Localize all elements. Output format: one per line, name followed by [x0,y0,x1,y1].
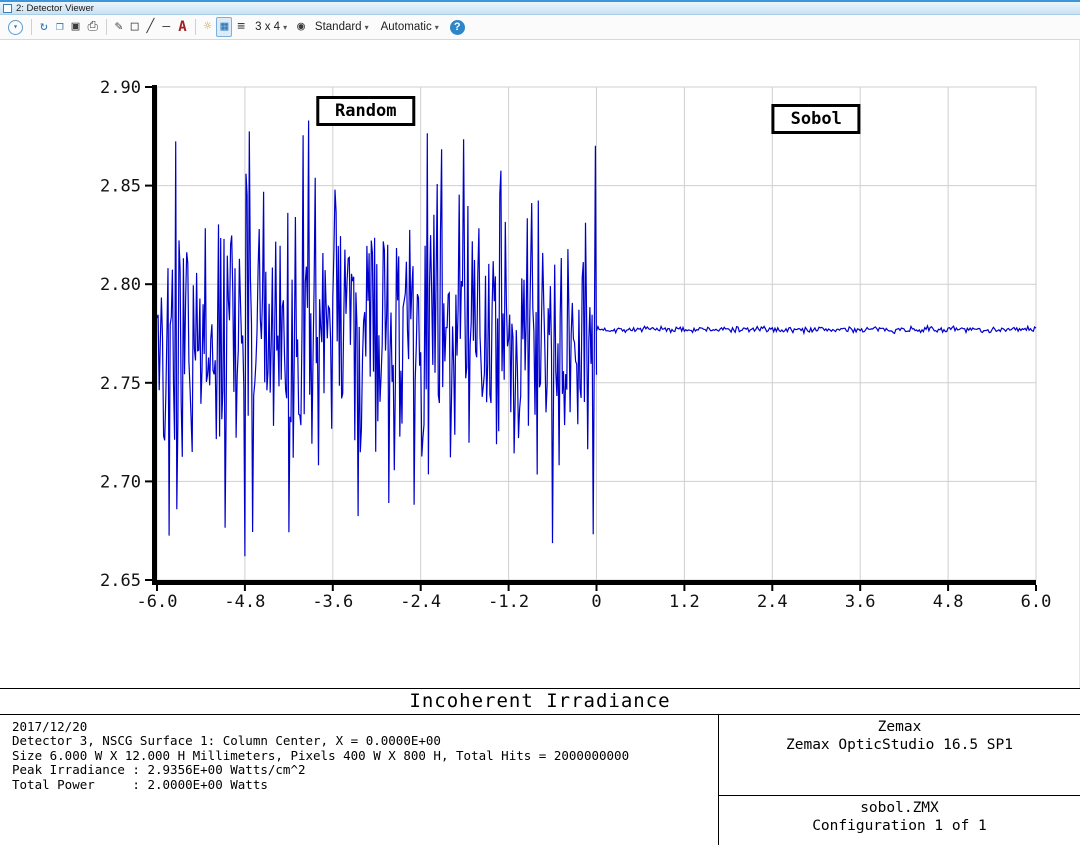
irradiance-chart: -6.0 -4.8 -3.6 -2.4 -1.2 0 1.2 2.4 3.6 4.8 6.0 2.65… [0,40,1080,688]
svg-text:4.8: 4.8 [933,592,964,612]
file-info: sobol.ZMX Configuration 1 of 1 [719,795,1080,845]
copy-button[interactable]: ❐ [53,18,67,36]
software-info: Zemax Zemax OpticStudio 16.5 SP1 [719,715,1080,795]
standard-dropdown[interactable]: Standard ▾ [310,19,374,35]
svg-text:-6.0: -6.0 [137,592,178,612]
automatic-dropdown[interactable]: Automatic ▾ [376,19,444,35]
chart-title: Incoherent Irradiance [0,689,1080,715]
refresh-icon: ↻ [40,19,48,35]
chevron-down-icon: ▾ [8,20,23,35]
chart-area: -6.0 -4.8 -3.6 -2.4 -1.2 0 1.2 2.4 3.6 4.8 6.0 2.65… [0,40,1080,688]
draw-thick-line-button[interactable]: ― [159,18,173,36]
detector-viewer-window: 2: Detector Viewer ▾ ↻ ❐ ▣ ⎙ ✎ □ ╱ ― [0,0,1080,845]
chevron-down-icon: ▾ [283,23,287,32]
chevron-down-icon: ▾ [435,23,439,32]
automatic-label: Automatic [381,21,432,33]
svg-text:2.80: 2.80 [100,275,141,295]
save-button[interactable]: ▣ [69,18,83,36]
window-icon [3,4,12,13]
svg-text:2.85: 2.85 [100,177,141,197]
info-date: 2017/12/20 [12,720,718,734]
svg-text:-3.6: -3.6 [312,592,353,612]
svg-text:-4.8: -4.8 [224,592,265,612]
add-text-button[interactable]: A [175,18,189,36]
draw-line-button[interactable]: ╱ [144,18,158,36]
toolbar-separator [106,19,107,35]
print-icon: ⎙ [87,19,97,35]
viewer-menu-button[interactable]: ▾ [5,19,26,36]
toolbar-separator [195,19,196,35]
svg-text:3.6: 3.6 [845,592,876,612]
update-button[interactable]: ↻ [37,18,51,36]
draw-rectangle-button[interactable]: □ [128,18,142,36]
target-icon: ◉ [297,19,305,35]
info-size: Size 6.000 W X 12.000 H Millimeters, Pix… [12,749,718,763]
svg-text:2.4: 2.4 [757,592,788,612]
software-version: Zemax OpticStudio 16.5 SP1 [719,736,1080,754]
svg-text:0: 0 [591,592,601,612]
chart-footer: Incoherent Irradiance 2017/12/20 Detecto… [0,688,1080,845]
help-icon[interactable]: ? [450,20,465,35]
layers-icon: ≡ [237,19,245,35]
info-total-power: Total Power : 2.0000E+00 Watts [12,778,718,792]
grid-size-dropdown[interactable]: 3 x 4 ▾ [250,19,292,35]
draw-pencil-button[interactable]: ✎ [112,18,126,36]
svg-text:2.75: 2.75 [100,374,141,394]
svg-text:-1.2: -1.2 [488,592,529,612]
rectangle-icon: □ [131,19,139,35]
svg-text:2.70: 2.70 [100,472,141,492]
print-button[interactable]: ⎙ [84,18,100,36]
grid-size-label: 3 x 4 [255,21,280,33]
toolbar: ▾ ↻ ❐ ▣ ⎙ ✎ □ ╱ ― A ☼ [0,15,1080,40]
svg-text:2.65: 2.65 [100,571,141,591]
detector-info: 2017/12/20 Detector 3, NSCG Surface 1: C… [0,715,718,845]
toolbar-separator [31,19,32,35]
lamp-icon: ☼ [204,19,212,35]
window-title: 2: Detector Viewer [16,3,94,14]
layers-button[interactable]: ≡ [234,18,248,36]
line-icon: ╱ [147,19,155,35]
svg-text:2.90: 2.90 [100,78,141,98]
save-icon: ▣ [72,19,80,35]
pencil-icon: ✎ [115,19,123,35]
standard-label: Standard [315,21,362,33]
software-name: Zemax [719,718,1080,736]
chevron-down-icon: ▾ [365,23,369,32]
copy-icon: ❐ [56,19,64,35]
annotation-random: Random [316,96,415,126]
title-bar[interactable]: 2: Detector Viewer [0,0,1080,15]
thick-line-icon: ― [162,19,170,35]
grid-icon: ▦ [220,19,228,35]
svg-text:1.2: 1.2 [669,592,700,612]
lamp-button[interactable]: ☼ [201,18,215,36]
text-icon: A [178,19,186,35]
configuration-label: Configuration 1 of 1 [719,817,1080,835]
svg-text:-2.4: -2.4 [400,592,441,612]
annotation-sobol: Sobol [772,104,861,134]
footer-right-panel: Zemax Zemax OpticStudio 16.5 SP1 sobol.Z… [718,715,1080,845]
info-peak-irradiance: Peak Irradiance : 2.9356E+00 Watts/cm^2 [12,763,718,777]
info-detector: Detector 3, NSCG Surface 1: Column Cente… [12,734,718,748]
detector-grid-button[interactable]: ▦ [216,17,232,37]
file-name: sobol.ZMX [719,799,1080,817]
svg-text:6.0: 6.0 [1021,592,1052,612]
target-button[interactable]: ◉ [294,18,308,36]
